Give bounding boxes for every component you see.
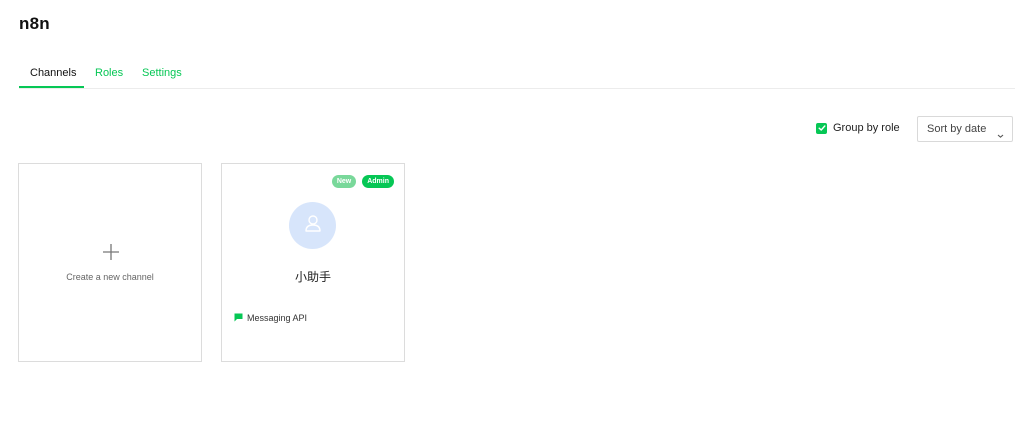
channel-card[interactable]: New Admin 小助手 Messaging API — [221, 163, 405, 362]
tab-channels[interactable]: Channels — [30, 67, 76, 79]
tab-bar: Channels Roles Settings — [19, 60, 1015, 89]
chat-bubble-icon — [234, 309, 243, 327]
channel-name: 小助手 — [294, 270, 331, 284]
badge-new: New — [331, 175, 357, 188]
channel-type-label: Messaging API — [247, 313, 308, 323]
create-channel-card[interactable]: Create a new channel — [18, 163, 202, 362]
app-title: n8n — [19, 14, 50, 33]
channel-type: Messaging API — [234, 309, 307, 327]
tab-roles[interactable]: Roles — [95, 67, 123, 79]
channel-badges: New Admin — [331, 175, 394, 188]
plus-icon — [102, 243, 120, 266]
chevron-down-icon — [997, 126, 1004, 144]
group-by-role-checkbox[interactable]: Group by role — [816, 120, 900, 136]
active-tab-indicator — [19, 86, 84, 88]
group-by-role-label: Group by role — [833, 122, 900, 134]
sort-select-value: Sort by date — [927, 123, 987, 135]
badge-admin: Admin — [362, 175, 394, 188]
user-icon — [303, 213, 323, 238]
create-channel-label: Create a new channel — [66, 272, 154, 282]
avatar — [289, 202, 336, 249]
checkmark-icon[interactable] — [816, 122, 827, 134]
tab-settings[interactable]: Settings — [142, 67, 182, 79]
sort-select[interactable]: Sort by date — [917, 116, 1013, 142]
